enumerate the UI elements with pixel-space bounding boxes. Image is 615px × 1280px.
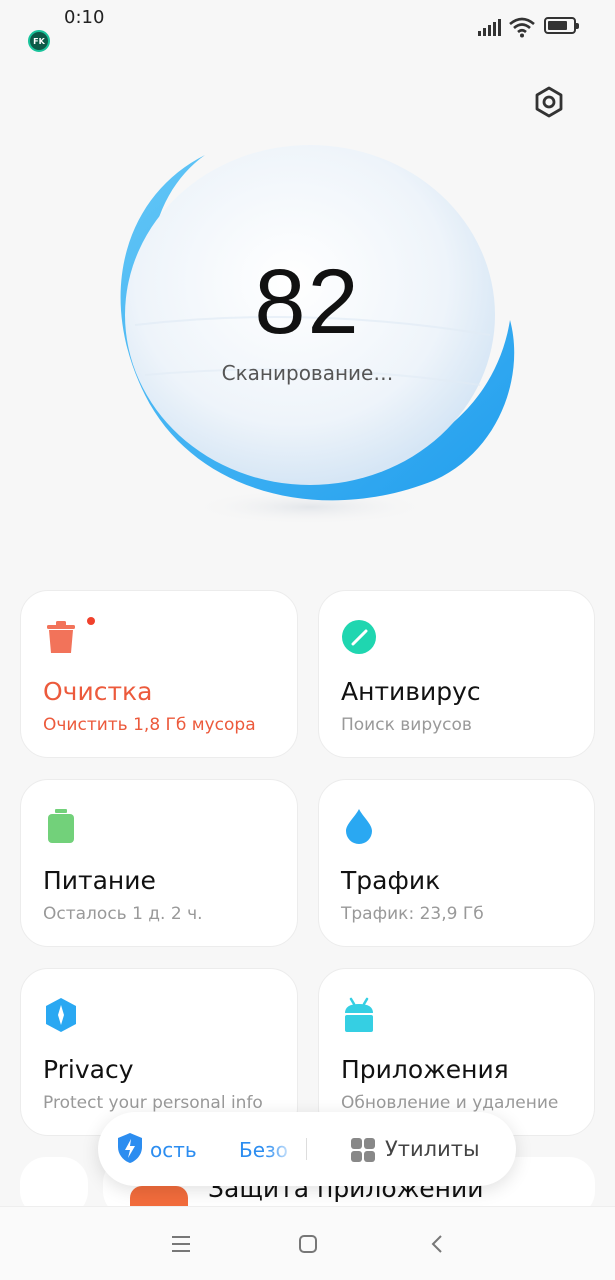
home-button[interactable] bbox=[293, 1229, 323, 1259]
card-subtitle: Поиск вирусов bbox=[341, 715, 472, 735]
card-subtitle: Protect your personal info bbox=[43, 1093, 263, 1113]
card-title: Антивирус bbox=[341, 677, 481, 706]
grid-icon bbox=[351, 1138, 375, 1162]
bottom-tab-bar: ость Безо Утилиты bbox=[98, 1112, 516, 1186]
scan-status: Сканирование… bbox=[221, 361, 394, 385]
shield-bolt-icon bbox=[118, 1133, 142, 1163]
home-icon bbox=[299, 1235, 317, 1253]
cleaner-card[interactable]: Очистка Очистить 1,8 Гб мусора bbox=[20, 590, 298, 758]
antivirus-icon bbox=[342, 620, 376, 654]
card-subtitle: Обновление и удаление bbox=[341, 1093, 559, 1113]
tab-fade bbox=[266, 1122, 296, 1176]
drop-icon bbox=[346, 809, 372, 844]
battery-status-icon bbox=[544, 17, 579, 34]
privacy-icon bbox=[46, 998, 76, 1032]
back-button[interactable] bbox=[422, 1229, 452, 1259]
card-title: Privacy bbox=[43, 1055, 134, 1084]
signal-icon bbox=[478, 19, 501, 36]
settings-hex-icon bbox=[535, 86, 563, 118]
tab-security[interactable]: ость bbox=[150, 1138, 197, 1162]
settings-button[interactable] bbox=[527, 80, 571, 124]
menu-button[interactable] bbox=[166, 1229, 196, 1259]
card-subtitle: Трафик: 23,9 Гб bbox=[341, 904, 484, 924]
tab-utilities[interactable]: Утилиты bbox=[385, 1137, 480, 1161]
android-icon bbox=[345, 997, 373, 1032]
status-bar: 0:10 FK bbox=[0, 0, 615, 56]
card-subtitle: Осталось 1 д. 2 ч. bbox=[43, 904, 203, 924]
notification-dot bbox=[87, 617, 95, 625]
wifi-icon bbox=[509, 17, 535, 38]
app-notification-icon: FK bbox=[28, 30, 50, 52]
security-score: 82 bbox=[254, 251, 361, 353]
trash-icon bbox=[47, 621, 75, 653]
card-title: Питание bbox=[43, 866, 156, 895]
battery-card[interactable]: Питание Осталось 1 д. 2 ч. bbox=[20, 779, 298, 947]
back-icon bbox=[431, 1235, 442, 1253]
antivirus-card[interactable]: Антивирус Поиск вирусов bbox=[318, 590, 595, 758]
traffic-card[interactable]: Трафик Трафик: 23,9 Гб bbox=[318, 779, 595, 947]
privacy-card[interactable]: Privacy Protect your personal info bbox=[20, 968, 298, 1136]
card-title: Трафик bbox=[341, 866, 441, 895]
system-nav-bar bbox=[0, 1206, 615, 1280]
card-subtitle: Очистить 1,8 Гб мусора bbox=[43, 715, 256, 735]
card-title: Приложения bbox=[341, 1055, 509, 1084]
menu-icon bbox=[172, 1236, 190, 1252]
status-time: 0:10 bbox=[64, 7, 105, 28]
battery-icon bbox=[48, 809, 74, 843]
apps-card[interactable]: Приложения Обновление и удаление bbox=[318, 968, 595, 1136]
tab-divider bbox=[306, 1138, 307, 1160]
card-title: Очистка bbox=[43, 677, 153, 706]
